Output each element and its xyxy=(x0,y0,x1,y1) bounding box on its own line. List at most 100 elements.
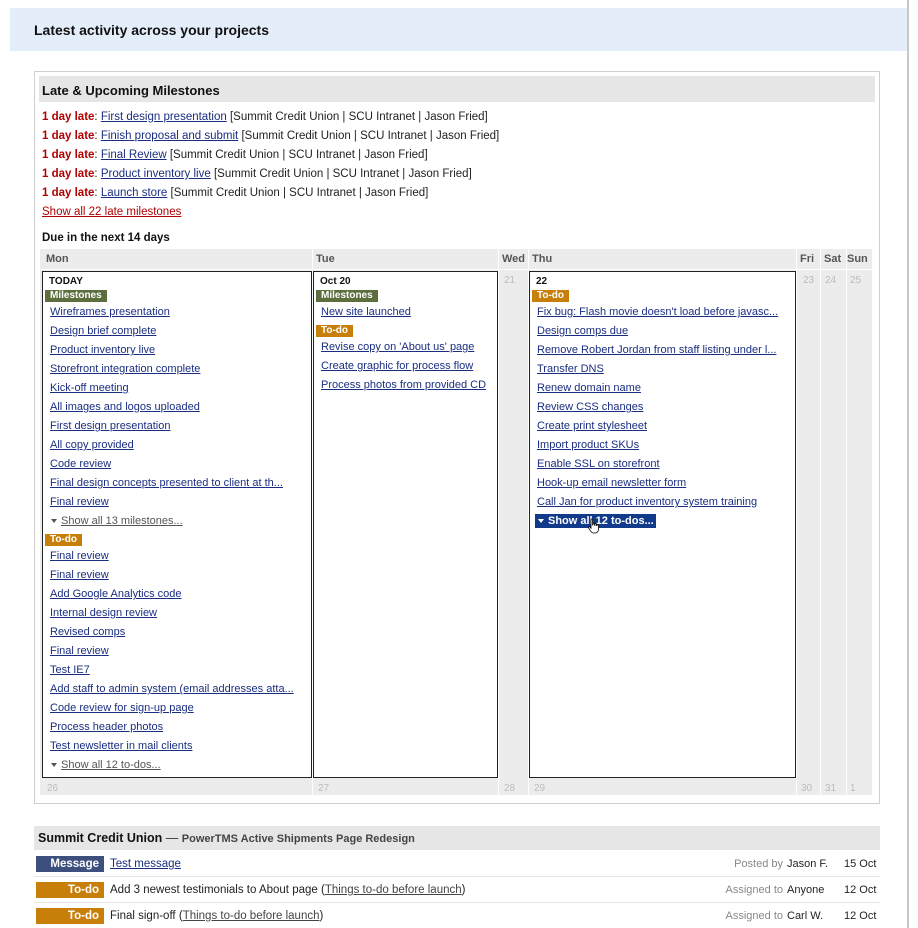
type-badge: To-do xyxy=(36,908,104,924)
milestone-link[interactable]: Product inventory live xyxy=(101,168,211,180)
todo-tag: To-do xyxy=(316,325,354,337)
late-milestones-list: 1 day late: First design presentation [S… xyxy=(42,110,872,205)
milestones-tag: Milestones xyxy=(45,290,107,302)
milestone-link[interactable]: First design presentation xyxy=(50,420,170,432)
milestone-link[interactable]: All copy provided xyxy=(50,439,134,451)
date-number: 21 xyxy=(504,275,516,286)
person: Carl W. xyxy=(787,910,824,922)
project-name[interactable]: Summit Credit Union xyxy=(38,831,162,845)
todo-link[interactable]: Create graphic for process flow xyxy=(321,360,473,372)
show-all-late-link[interactable]: Show all 22 late milestones xyxy=(42,206,181,218)
late-status: 1 day late xyxy=(42,168,95,180)
date-number: 31 xyxy=(825,783,837,794)
milestone-link[interactable]: Storefront integration complete xyxy=(50,363,200,375)
todo-link[interactable]: Fix bug: Flash movie doesn't load before… xyxy=(537,306,778,318)
milestone-link[interactable]: First design presentation xyxy=(101,111,227,123)
calendar-day-thu22: 22 To-do Fix bug: Flash movie doesn't lo… xyxy=(529,271,796,778)
todo-link[interactable]: Final review xyxy=(50,569,109,581)
milestone-link[interactable]: Launch store xyxy=(101,187,168,199)
day-divider xyxy=(846,249,847,795)
show-all-todos-link[interactable]: Show all 12 to-dos... xyxy=(61,759,161,771)
show-all-milestones[interactable]: Show all 13 milestones... xyxy=(50,515,183,527)
todo-link[interactable]: Revised comps xyxy=(50,626,125,638)
todo-link[interactable]: Design comps due xyxy=(537,325,628,337)
type-badge: To-do xyxy=(36,882,104,898)
todo-link[interactable]: Internal design review xyxy=(50,607,157,619)
todo-link[interactable]: Process photos from provided CD xyxy=(321,379,486,391)
activity-text: Final sign-off xyxy=(110,910,176,922)
todo-link[interactable]: Hook-up email newsletter form xyxy=(537,477,686,489)
todo-link[interactable]: Revise copy on 'About us' page xyxy=(321,341,474,353)
day-header-tue: Tue xyxy=(316,253,335,265)
activity-link[interactable]: Test message xyxy=(110,858,181,870)
activity-row: To-do Add 3 newest testimonials to About… xyxy=(34,877,880,903)
milestone-context: [Summit Credit Union | SCU Intranet | Ja… xyxy=(213,168,472,180)
window-edge xyxy=(907,0,909,928)
milestone-context: [Summit Credit Union | SCU Intranet | Ja… xyxy=(229,111,488,123)
due-title: Due in the next 14 days xyxy=(42,232,170,244)
show-all-milestones-link[interactable]: Show all 13 milestones... xyxy=(61,515,183,527)
meta-label: Posted by xyxy=(734,858,783,870)
todo-link[interactable]: Call Jan for product inventory system tr… xyxy=(537,496,757,508)
activity-row: Message Test message Posted by Jason F. … xyxy=(34,851,880,877)
todo-list-link[interactable]: Things to-do before launch xyxy=(325,884,462,896)
todo-link[interactable]: Create print stylesheet xyxy=(537,420,647,432)
day-divider xyxy=(796,249,797,795)
todo-link[interactable]: Add staff to admin system (email address… xyxy=(50,683,294,695)
day-header-sun: Sun xyxy=(847,253,868,265)
date-number: 24 xyxy=(825,275,837,286)
milestone-link[interactable]: Code review xyxy=(50,458,111,470)
milestone-link[interactable]: Final design concepts presented to clien… xyxy=(50,477,283,489)
date: 12 Oct xyxy=(844,884,877,896)
caret-down-icon xyxy=(538,518,544,523)
todo-link[interactable]: Final review xyxy=(50,645,109,657)
todo-link[interactable]: Test newsletter in mail clients xyxy=(50,740,192,752)
day-divider xyxy=(820,249,821,795)
day-header-thu: Thu xyxy=(532,253,553,265)
late-milestone-row: 1 day late: Finish proposal and submit [… xyxy=(42,130,500,142)
todo-link[interactable]: Transfer DNS xyxy=(537,363,604,375)
date-number: 27 xyxy=(318,783,330,794)
todo-link[interactable]: Import product SKUs xyxy=(537,439,639,451)
todo-link[interactable]: Enable SSL on storefront xyxy=(537,458,660,470)
milestone-link[interactable]: Finish proposal and submit xyxy=(101,130,238,142)
todo-link[interactable]: Remove Robert Jordan from staff listing … xyxy=(537,344,776,356)
todo-list-link[interactable]: Things to-do before launch xyxy=(183,910,320,922)
milestone-link[interactable]: Final Review xyxy=(101,149,167,161)
todo-link[interactable]: Renew domain name xyxy=(537,382,641,394)
date-number: 1 xyxy=(850,783,856,794)
panel-title: Late & Upcoming Milestones xyxy=(42,83,220,98)
activity-text: Add 3 newest testimonials to About page xyxy=(110,884,318,896)
todo-link[interactable]: Review CSS changes xyxy=(537,401,643,413)
milestone-link[interactable]: Final review xyxy=(50,496,109,508)
date-number: 26 xyxy=(47,783,59,794)
show-all-todos-highlighted[interactable]: Show all 12 to-dos... xyxy=(535,514,656,534)
milestone-link[interactable]: Kick-off meeting xyxy=(50,382,129,394)
todo-link[interactable]: Final review xyxy=(50,550,109,562)
todo-link[interactable]: Code review for sign-up page xyxy=(50,702,194,714)
day-header-wed: Wed xyxy=(502,253,526,265)
day-header-sat: Sat xyxy=(824,253,842,265)
milestone-link[interactable]: All images and logos uploaded xyxy=(50,401,200,413)
todo-link[interactable]: Add Google Analytics code xyxy=(50,588,181,600)
calendar: Mon Tue Wed Thu Fri Sat Sun 21 23 24 25 … xyxy=(40,249,872,795)
calendar-day-today: TODAY Milestones Wireframes presentation… xyxy=(42,271,312,778)
show-all-todos[interactable]: Show all 12 to-dos... xyxy=(50,759,161,771)
milestone-link[interactable]: New site launched xyxy=(321,306,411,318)
milestone-link[interactable]: Wireframes presentation xyxy=(50,306,170,318)
todo-link[interactable]: Test IE7 xyxy=(50,664,90,676)
todo-tag: To-do xyxy=(532,290,570,302)
late-milestone-row: 1 day late: First design presentation [S… xyxy=(42,111,488,123)
activity-text: Add 3 newest testimonials to About page … xyxy=(110,884,465,896)
milestone-link[interactable]: Product inventory live xyxy=(50,344,155,356)
milestones-tag: Milestones xyxy=(316,290,378,302)
late-milestone-row: 1 day late: Product inventory live [Summ… xyxy=(42,168,472,180)
activity-text: Final sign-off (Things to-do before laun… xyxy=(110,910,323,922)
late-status: 1 day late xyxy=(42,149,95,161)
late-milestone-row: 1 day late: Final Review [Summit Credit … xyxy=(42,149,428,161)
todo-link[interactable]: Process header photos xyxy=(50,721,163,733)
panel-header: Late & Upcoming Milestones xyxy=(39,76,875,102)
milestone-link[interactable]: Design brief complete xyxy=(50,325,156,337)
todo-tag: To-do xyxy=(45,534,83,546)
date-number: 25 xyxy=(850,275,862,286)
